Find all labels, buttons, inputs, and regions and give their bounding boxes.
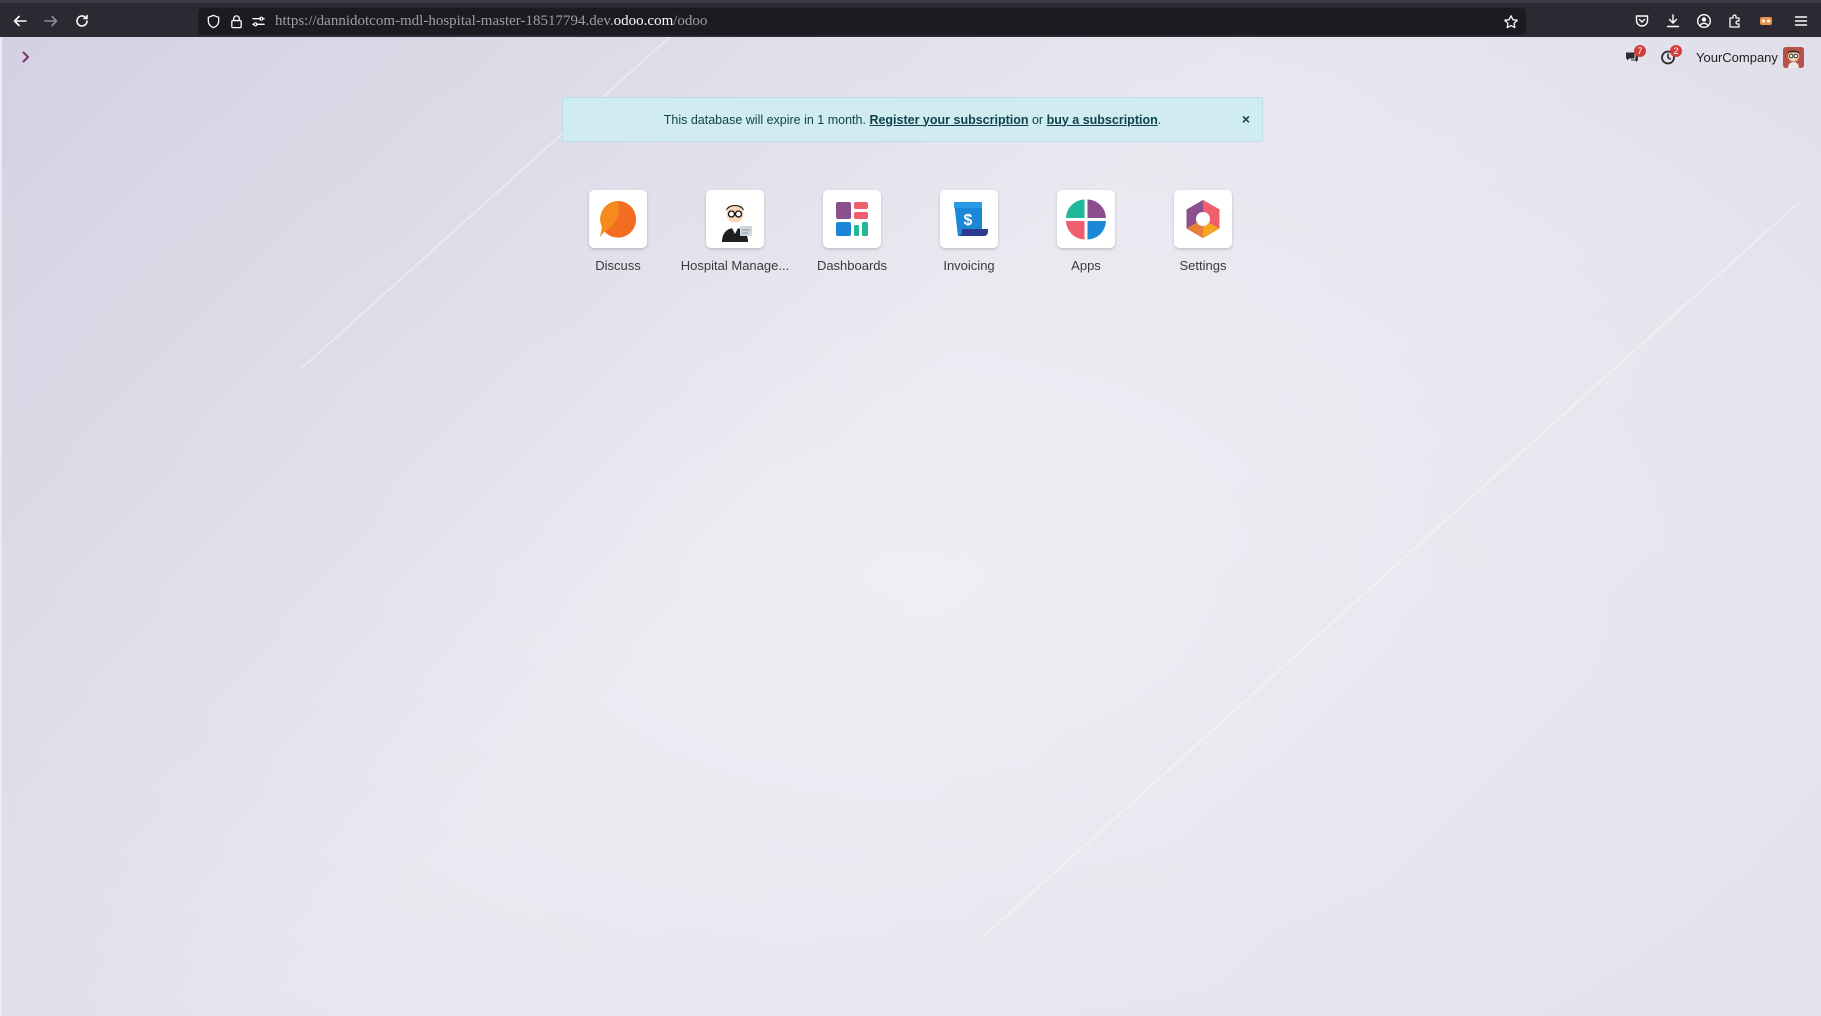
- extension-button[interactable]: [1757, 12, 1775, 30]
- permissions-icon[interactable]: [251, 14, 266, 29]
- user-avatar[interactable]: [1783, 47, 1804, 68]
- app-discuss[interactable]: Discuss: [559, 190, 677, 273]
- app-icon-tile[interactable]: [1057, 190, 1115, 248]
- back-button[interactable]: [8, 9, 32, 33]
- svg-text:$: $: [964, 212, 973, 229]
- url-host: odoo.com: [613, 13, 674, 29]
- app-icon-tile[interactable]: [589, 190, 647, 248]
- app-settings[interactable]: Settings: [1144, 190, 1262, 273]
- app-icon-tile[interactable]: $: [940, 190, 998, 248]
- app-dashboards[interactable]: Dashboards: [793, 190, 911, 273]
- url-bar[interactable]: https://dannidotcom-mdl-hospital-master-…: [198, 8, 1526, 35]
- app-label: Settings: [1179, 258, 1227, 273]
- app-label: Apps: [1071, 258, 1101, 273]
- reload-icon: [76, 14, 88, 27]
- app-label: Dashboards: [816, 258, 888, 273]
- url-text[interactable]: https://dannidotcom-mdl-hospital-master-…: [275, 13, 707, 30]
- background-stripe: [981, 201, 1801, 939]
- menu-toggle-button[interactable]: [18, 49, 34, 65]
- pocket-button[interactable]: [1633, 12, 1651, 30]
- app-hospital-management[interactable]: Hospital Manage...: [676, 190, 794, 273]
- home-menu: 7 2 YourCompany This database will expir…: [2, 37, 1821, 1016]
- app-icon-tile[interactable]: [1174, 190, 1232, 248]
- download-icon: [1666, 14, 1680, 28]
- alert-or-text: or: [1031, 112, 1044, 127]
- hospital-icon: [722, 205, 752, 242]
- company-switcher[interactable]: YourCompany: [1696, 50, 1778, 65]
- forward-button[interactable]: [39, 9, 63, 33]
- downloads-button[interactable]: [1664, 12, 1682, 30]
- subscription-alert: This database will expire in 1 month. Re…: [562, 97, 1263, 142]
- bookmark-star-icon[interactable]: [1503, 14, 1519, 30]
- dashboards-icon: [836, 202, 868, 236]
- app-label: Invoicing: [943, 258, 995, 273]
- app-icon-tile[interactable]: [823, 190, 881, 248]
- lock-icon[interactable]: [229, 14, 244, 29]
- puzzle-icon: [1729, 14, 1740, 28]
- app-menu-button[interactable]: [1792, 12, 1810, 30]
- activities-button[interactable]: 2: [1660, 45, 1682, 67]
- discuss-icon: [600, 201, 637, 238]
- account-button[interactable]: [1695, 12, 1713, 30]
- messages-button[interactable]: 7: [1624, 45, 1646, 67]
- avatar-icon: [1783, 47, 1804, 68]
- arrow-right-icon: [44, 15, 58, 27]
- buy-subscription-link[interactable]: buy a subscription: [1047, 113, 1158, 127]
- settings-icon: [1186, 200, 1220, 238]
- browser-toolbar: https://dannidotcom-mdl-hospital-master-…: [0, 0, 1821, 37]
- app-apps[interactable]: Apps: [1027, 190, 1145, 273]
- register-subscription-link[interactable]: Register your subscription: [869, 113, 1028, 127]
- messages-badge: 7: [1634, 45, 1646, 57]
- invoicing-icon: $: [954, 202, 988, 236]
- activities-badge: 2: [1670, 45, 1682, 57]
- app-icon-tile[interactable]: [706, 190, 764, 248]
- pocket-icon: [1635, 15, 1649, 27]
- chevron-right-icon: [22, 51, 29, 63]
- app-invoicing[interactable]: $ Invoicing: [910, 190, 1028, 273]
- close-alert-button[interactable]: ×: [1242, 111, 1250, 127]
- extension-icon: [1760, 17, 1772, 25]
- url-prefix: https://dannidotcom-mdl-hospital-master-…: [275, 13, 614, 29]
- hamburger-icon: [1794, 16, 1808, 26]
- shield-icon[interactable]: [206, 14, 221, 29]
- reload-button[interactable]: [70, 9, 94, 33]
- alert-text: This database will expire in 1 month.: [663, 112, 866, 127]
- arrow-left-icon: [13, 15, 27, 27]
- url-suffix: /odoo: [673, 13, 708, 29]
- alert-period: .: [1157, 112, 1162, 127]
- account-icon: [1696, 13, 1712, 29]
- extensions-button[interactable]: [1726, 12, 1744, 30]
- apps-icon: [1066, 199, 1106, 240]
- app-label: Hospital Manage...: [680, 258, 790, 273]
- app-label: Discuss: [595, 258, 641, 273]
